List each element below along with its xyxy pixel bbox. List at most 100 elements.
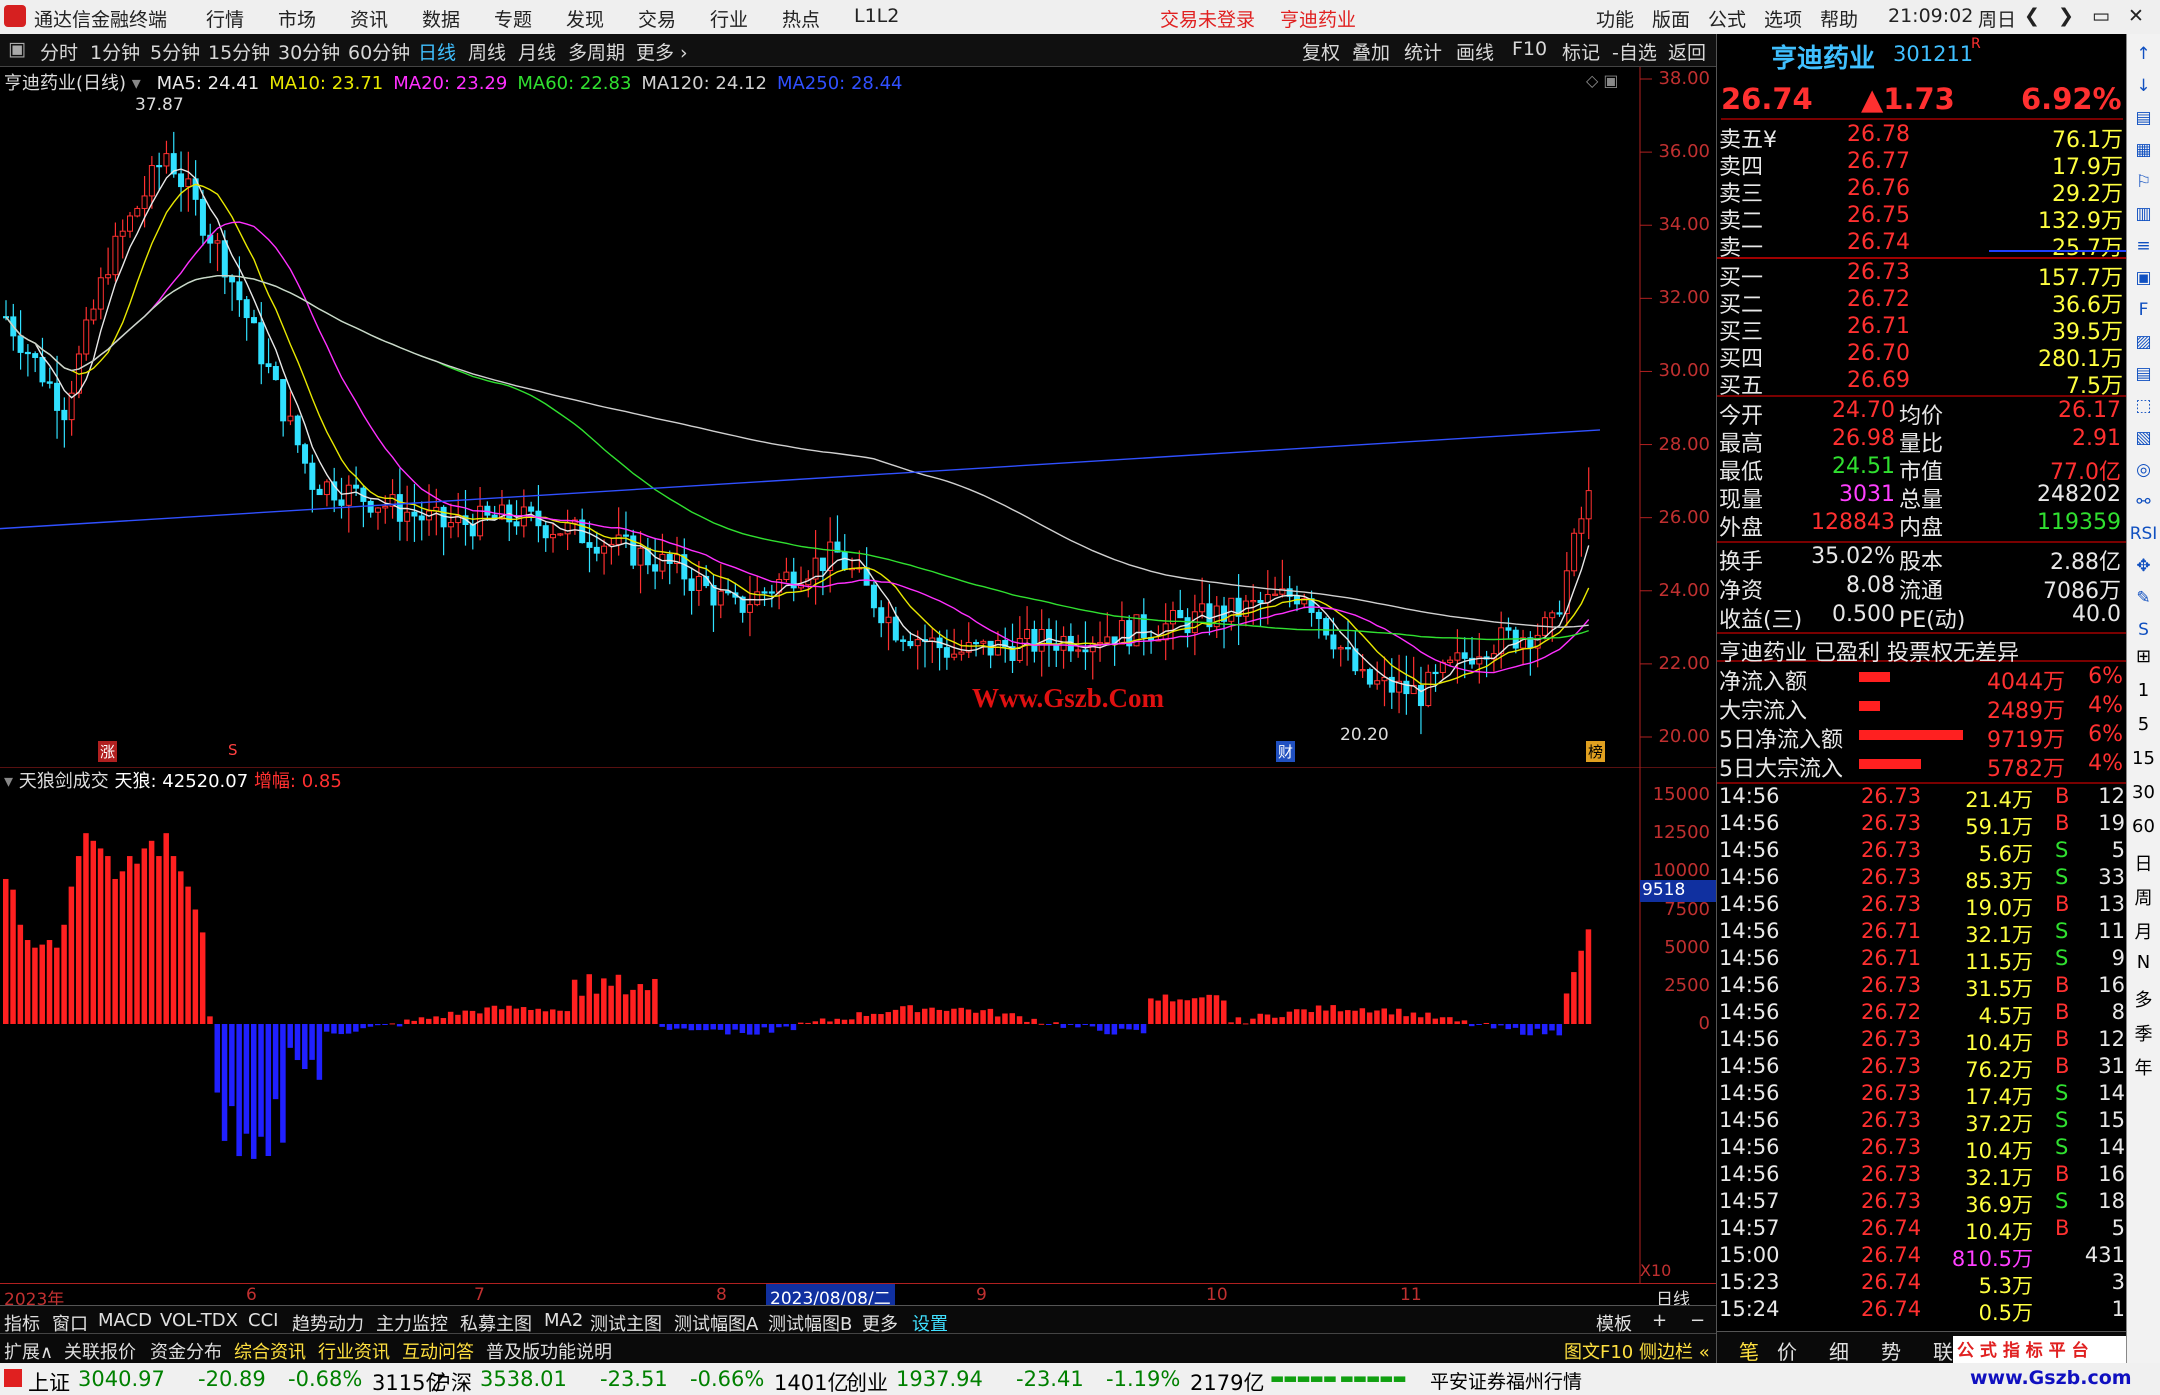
- marker-zhang[interactable]: 涨: [98, 741, 118, 762]
- tab-macd[interactable]: MACD: [98, 1310, 152, 1331]
- zoom-label[interactable]: X10: [1640, 1261, 1671, 1280]
- tab-trades[interactable]: 笔: [1739, 1336, 1759, 1365]
- menu-item[interactable]: 行情: [206, 5, 244, 32]
- tab-linked[interactable]: 联: [1933, 1336, 1953, 1365]
- tf-item[interactable]: 周线: [468, 38, 506, 65]
- menu-item[interactable]: 市场: [278, 5, 316, 32]
- side-tool-icon[interactable]: 15: [2127, 748, 2160, 769]
- side-tool-icon[interactable]: ↓: [2127, 76, 2160, 96]
- expand-button[interactable]: 扩展∧: [4, 1338, 53, 1364]
- orderbook-row[interactable]: 买四 26.70 280.1万: [1717, 341, 2127, 372]
- remove-pane-button[interactable]: −: [1690, 1310, 1705, 1331]
- tf-item[interactable]: 更多 ›: [636, 38, 688, 65]
- tab-detail[interactable]: 细: [1829, 1336, 1849, 1365]
- side-tool-icon[interactable]: 月: [2127, 918, 2160, 944]
- tf-item[interactable]: 月线: [518, 38, 556, 65]
- orderbook-row[interactable]: 买三 26.71 39.5万: [1717, 314, 2127, 345]
- legend-toggle-icon[interactable]: ▾: [132, 73, 141, 94]
- menu-item[interactable]: 专题: [494, 5, 532, 32]
- marker-cai[interactable]: 财: [1276, 741, 1296, 762]
- menu-item[interactable]: 版面: [1652, 5, 1690, 32]
- sidebar-toggle[interactable]: 图文F10 侧边栏 «: [1564, 1338, 1710, 1364]
- tool-button[interactable]: 画线: [1456, 38, 1494, 65]
- tool-button[interactable]: 标记: [1562, 38, 1600, 65]
- panel-toggle-icon[interactable]: ▣: [8, 38, 26, 60]
- menu-item[interactable]: 行业: [710, 5, 748, 32]
- orderbook-row[interactable]: 卖四 26.77 17.9万: [1717, 149, 2127, 180]
- side-tool-icon[interactable]: F: [2127, 300, 2160, 320]
- side-tool-icon[interactable]: ▤: [2127, 364, 2160, 384]
- sub-legend-toggle-icon[interactable]: ▾: [4, 771, 13, 792]
- tab-related-quotes[interactable]: 关联报价: [64, 1338, 136, 1364]
- side-tool-icon[interactable]: ↑: [2127, 44, 2160, 64]
- tool-button[interactable]: 统计: [1404, 38, 1442, 65]
- restore-icon[interactable]: ▭: [2092, 5, 2110, 27]
- menu-item[interactable]: 数据: [422, 5, 460, 32]
- side-tool-icon[interactable]: 1: [2127, 680, 2160, 701]
- orderbook-row[interactable]: 卖一 26.74 25.7万: [1717, 230, 2127, 261]
- tool-button[interactable]: 返回: [1668, 38, 1706, 65]
- orderbook-row[interactable]: 买一 26.73 157.7万: [1717, 260, 2127, 291]
- price-chart[interactable]: 亨迪药业(日线) ▾ MA5: 24.41 MA10: 23.71 MA20: 23…: [0, 67, 1716, 767]
- tab-vol[interactable]: VOL-TDX: [160, 1310, 238, 1331]
- side-tool-icon[interactable]: ▨: [2127, 332, 2160, 352]
- side-tool-icon[interactable]: 60: [2127, 816, 2160, 837]
- orderbook-row[interactable]: 买二 26.72 36.6万: [1717, 287, 2127, 318]
- menu-item[interactable]: 公式: [1708, 5, 1746, 32]
- side-tool-icon[interactable]: N: [2127, 952, 2160, 973]
- side-tool-icon[interactable]: 周: [2127, 884, 2160, 910]
- index-name[interactable]: 上证: [28, 1367, 70, 1395]
- tab-news[interactable]: 综合资讯: [234, 1338, 306, 1364]
- side-tool-icon[interactable]: 日: [2127, 850, 2160, 876]
- tab-qa[interactable]: 互动问答: [402, 1338, 474, 1364]
- menu-item[interactable]: L1L2: [854, 5, 899, 27]
- side-tool-icon[interactable]: ⊞: [2127, 646, 2160, 667]
- tool-button[interactable]: -自选: [1612, 38, 1657, 65]
- side-tool-icon[interactable]: ▥: [2127, 204, 2160, 224]
- menu-item[interactable]: 帮助: [1820, 5, 1858, 32]
- orderbook-row[interactable]: 买五 26.69 7.5万: [1717, 368, 2127, 399]
- forward-icon[interactable]: ❯: [2058, 5, 2074, 27]
- side-tool-icon[interactable]: ≡: [2127, 236, 2160, 256]
- tf-item[interactable]: 分时: [40, 38, 78, 65]
- orderbook-row[interactable]: 卖三 26.76 29.2万: [1717, 176, 2127, 207]
- menu-item[interactable]: 热点: [782, 5, 820, 32]
- tf-item[interactable]: 1分钟: [90, 38, 140, 65]
- side-tool-icon[interactable]: ✎: [2127, 588, 2160, 608]
- volume-indicator-chart[interactable]: ▾ 天狼剑成交 天狼: 42520.07 增幅: 0.85 9518 X10 1…: [0, 766, 1716, 1287]
- tool-button[interactable]: F10: [1512, 38, 1547, 60]
- tab-fund-distribution[interactable]: 资金分布: [150, 1338, 222, 1364]
- tf-item[interactable]: 多周期: [568, 38, 625, 65]
- tab-trend[interactable]: 势: [1881, 1336, 1901, 1365]
- side-tool-icon[interactable]: ✥: [2127, 556, 2160, 576]
- menu-item[interactable]: 发现: [566, 5, 604, 32]
- orderbook-row[interactable]: 卖二 26.75 132.9万: [1717, 203, 2127, 234]
- tab-industry-news[interactable]: 行业资讯: [318, 1338, 390, 1364]
- menu-item[interactable]: 交易: [638, 5, 676, 32]
- menu-item[interactable]: 选项: [1764, 5, 1802, 32]
- side-tool-icon[interactable]: 5: [2127, 714, 2160, 735]
- menu-item[interactable]: 资讯: [350, 5, 388, 32]
- tool-button[interactable]: 复权: [1302, 38, 1340, 65]
- index-name[interactable]: 沪深: [430, 1367, 472, 1395]
- side-tool-icon[interactable]: ◎: [2127, 460, 2160, 480]
- login-status[interactable]: 交易未登录: [1160, 5, 1255, 32]
- tab-ma2[interactable]: MA2: [544, 1310, 583, 1331]
- side-tool-icon[interactable]: 季: [2127, 1020, 2160, 1046]
- tf-item-active[interactable]: 日线: [418, 38, 456, 65]
- orderbook-row[interactable]: 卖五¥ 26.78 76.1万: [1717, 122, 2127, 153]
- side-tool-icon[interactable]: 多: [2127, 986, 2160, 1012]
- tool-button[interactable]: 叠加: [1352, 38, 1390, 65]
- side-tool-icon[interactable]: ▤: [2127, 108, 2160, 128]
- tf-item[interactable]: 30分钟: [278, 38, 340, 65]
- side-tool-icon[interactable]: 年: [2127, 1054, 2160, 1080]
- close-icon[interactable]: ✕: [2128, 5, 2144, 27]
- index-name[interactable]: 创业: [846, 1367, 888, 1395]
- tab-price[interactable]: 价: [1777, 1336, 1797, 1365]
- tf-item[interactable]: 15分钟: [208, 38, 270, 65]
- tab-help[interactable]: 普及版功能说明: [486, 1338, 612, 1364]
- marker-s[interactable]: S: [228, 741, 238, 759]
- tf-item[interactable]: 60分钟: [348, 38, 410, 65]
- menu-item[interactable]: 功能: [1596, 5, 1634, 32]
- tab-cci[interactable]: CCI: [248, 1310, 278, 1331]
